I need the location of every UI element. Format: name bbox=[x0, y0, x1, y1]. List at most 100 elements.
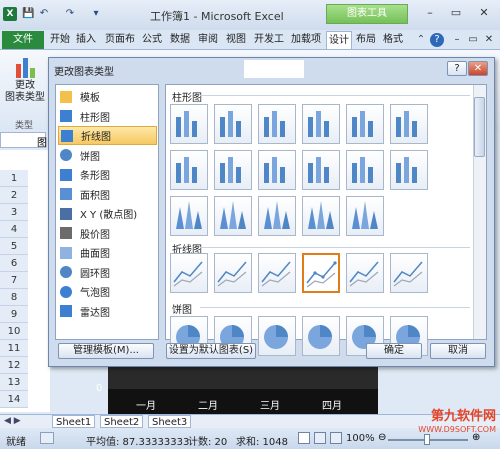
macro-record-icon[interactable] bbox=[40, 432, 54, 444]
line-chart-subtype-thumbnail[interactable] bbox=[302, 253, 340, 293]
dialog-close-button[interactable]: ✕ bbox=[468, 61, 488, 76]
cone-chart-subtype-thumbnail[interactable] bbox=[170, 196, 208, 236]
tab-layout[interactable]: 布局 bbox=[354, 31, 378, 49]
chart-category-item[interactable]: 面积图 bbox=[58, 185, 157, 204]
column-chart-subtype-thumbnail[interactable] bbox=[390, 150, 428, 190]
tab-design[interactable]: 设计 bbox=[326, 31, 352, 49]
tab-view[interactable]: 视图 bbox=[224, 31, 248, 49]
tab-file[interactable]: 文件 bbox=[2, 31, 44, 49]
zoom-out-icon[interactable]: ⊖ bbox=[378, 432, 386, 443]
tab-page-layout[interactable]: 页面布 bbox=[102, 31, 138, 49]
redo-icon[interactable]: ↷ bbox=[64, 8, 76, 20]
tab-home[interactable]: 开始 bbox=[48, 31, 72, 49]
tab-data[interactable]: 数据 bbox=[168, 31, 192, 49]
row-header[interactable]: 10 bbox=[0, 323, 28, 340]
line-chart-subtype-thumbnail[interactable] bbox=[258, 253, 296, 293]
ribbon-collapse-icon[interactable]: ⌃ bbox=[414, 33, 428, 47]
pie-chart-subtype-thumbnail[interactable] bbox=[302, 316, 340, 356]
change-chart-type-button[interactable]: 更改 图表类型 bbox=[4, 54, 46, 114]
line-chart-subtype-thumbnail[interactable] bbox=[346, 253, 384, 293]
chart-category-item[interactable]: 条形图 bbox=[58, 165, 157, 184]
chart-category-item[interactable]: X Y (散点图) bbox=[58, 204, 157, 223]
manage-templates-button[interactable]: 管理模板(M)... bbox=[58, 343, 154, 359]
column-chart-subtype-thumbnail[interactable] bbox=[214, 150, 252, 190]
column-chart-subtype-thumbnail[interactable] bbox=[170, 150, 208, 190]
row-header[interactable]: 2 bbox=[0, 187, 28, 204]
line-chart-subtype-thumbnail[interactable] bbox=[390, 253, 428, 293]
sheet-tab[interactable]: Sheet3 bbox=[148, 415, 192, 428]
tab-addins[interactable]: 加载项 bbox=[288, 31, 324, 49]
line-chart-subtype-thumbnail[interactable] bbox=[170, 253, 208, 293]
chart-category-item[interactable]: 饼图 bbox=[58, 146, 157, 165]
name-box[interactable]: 图 bbox=[0, 132, 47, 149]
sheet-tab[interactable]: Sheet2 bbox=[100, 415, 144, 428]
row-header[interactable]: 7 bbox=[0, 272, 28, 289]
close-window-button[interactable]: ✕ bbox=[474, 5, 494, 21]
cone-chart-subtype-thumbnail[interactable] bbox=[346, 196, 384, 236]
row-header[interactable]: 9 bbox=[0, 306, 28, 323]
chart-category-item[interactable]: 折线图 bbox=[58, 126, 157, 145]
sheet-tab[interactable]: Sheet1 bbox=[52, 415, 96, 428]
row-header[interactable]: 3 bbox=[0, 204, 28, 221]
excel-logo-icon[interactable]: X bbox=[3, 7, 17, 21]
row-header[interactable]: 14 bbox=[0, 391, 28, 408]
row-header[interactable]: 5 bbox=[0, 238, 28, 255]
line-chart-subtype-thumbnail[interactable] bbox=[214, 253, 252, 293]
row-header[interactable]: 6 bbox=[0, 255, 28, 272]
dialog-help-button[interactable]: ? bbox=[447, 61, 467, 76]
tab-developer[interactable]: 开发工 bbox=[252, 31, 286, 49]
tab-review[interactable]: 审阅 bbox=[196, 31, 220, 49]
column-chart-subtype-thumbnail[interactable] bbox=[346, 104, 384, 144]
row-header[interactable]: 13 bbox=[0, 374, 28, 391]
cone-chart-subtype-thumbnail[interactable] bbox=[258, 196, 296, 236]
pie-chart-subtype-thumbnail[interactable] bbox=[258, 316, 296, 356]
column-chart-subtype-thumbnail[interactable] bbox=[302, 150, 340, 190]
page-break-view-icon[interactable] bbox=[330, 432, 342, 444]
status-count: 计数: 20 bbox=[188, 437, 228, 448]
chart-category-item[interactable]: 柱形图 bbox=[58, 107, 157, 126]
column-chart-subtype-thumbnail[interactable] bbox=[346, 150, 384, 190]
ok-button[interactable]: 确定 bbox=[366, 343, 422, 359]
chart-category-item[interactable]: 曲面图 bbox=[58, 243, 157, 262]
tab-insert[interactable]: 插入 bbox=[74, 31, 98, 49]
chart-category-item[interactable]: 股价图 bbox=[58, 224, 157, 243]
chart-category-item[interactable]: 圆环图 bbox=[58, 263, 157, 282]
chart-category-item[interactable]: 雷达图 bbox=[58, 302, 157, 321]
cancel-button[interactable]: 取消 bbox=[430, 343, 486, 359]
column-chart-subtype-thumbnail[interactable] bbox=[214, 104, 252, 144]
save-icon[interactable]: 💾 bbox=[22, 8, 34, 20]
gallery-scrollbar-thumb[interactable] bbox=[474, 97, 485, 157]
normal-view-icon[interactable] bbox=[298, 432, 310, 444]
maximize-button[interactable]: ▭ bbox=[446, 5, 466, 21]
undo-icon[interactable]: ↶ bbox=[38, 8, 50, 20]
customize-toolbar-icon[interactable]: ▾ bbox=[90, 8, 102, 20]
zoom-level[interactable]: 100% bbox=[346, 433, 375, 444]
page-layout-view-icon[interactable] bbox=[314, 432, 326, 444]
chart-category-item[interactable]: 气泡图 bbox=[58, 282, 157, 301]
column-chart-subtype-thumbnail[interactable] bbox=[390, 104, 428, 144]
cone-chart-subtype-thumbnail[interactable] bbox=[302, 196, 340, 236]
column-chart-subtype-thumbnail[interactable] bbox=[258, 104, 296, 144]
doc-restore-icon[interactable]: ▭ bbox=[466, 33, 480, 47]
sheet-nav-icon[interactable]: ◀ ▶ bbox=[4, 416, 21, 426]
doc-close-icon[interactable]: ✕ bbox=[482, 33, 496, 47]
help-icon[interactable]: ? bbox=[430, 33, 444, 47]
worksheet-grid[interactable]: 1 2 3 4 5 6 7 8 9 10 11 12 13 14 bbox=[0, 150, 50, 412]
chart-category-item[interactable]: 模板 bbox=[58, 87, 157, 106]
column-chart-subtype-thumbnail[interactable] bbox=[258, 150, 296, 190]
row-header[interactable]: 1 bbox=[0, 170, 28, 187]
column-chart-subtype-thumbnail[interactable] bbox=[170, 104, 208, 144]
cone-chart-subtype-thumbnail[interactable] bbox=[214, 196, 252, 236]
set-default-chart-button[interactable]: 设置为默认图表(S) bbox=[166, 343, 256, 359]
doc-minimize-icon[interactable]: – bbox=[450, 33, 464, 47]
row-header[interactable]: 8 bbox=[0, 289, 28, 306]
column-chart-icon bbox=[220, 157, 241, 183]
row-header[interactable]: 12 bbox=[0, 357, 28, 374]
column-chart-subtype-thumbnail[interactable] bbox=[302, 104, 340, 144]
row-header[interactable]: 4 bbox=[0, 221, 28, 238]
tab-formulas[interactable]: 公式 bbox=[140, 31, 164, 49]
minimize-button[interactable]: – bbox=[420, 5, 440, 21]
row-header[interactable]: 11 bbox=[0, 340, 28, 357]
tab-format[interactable]: 格式 bbox=[380, 31, 406, 49]
column-chart-icon bbox=[308, 111, 329, 137]
